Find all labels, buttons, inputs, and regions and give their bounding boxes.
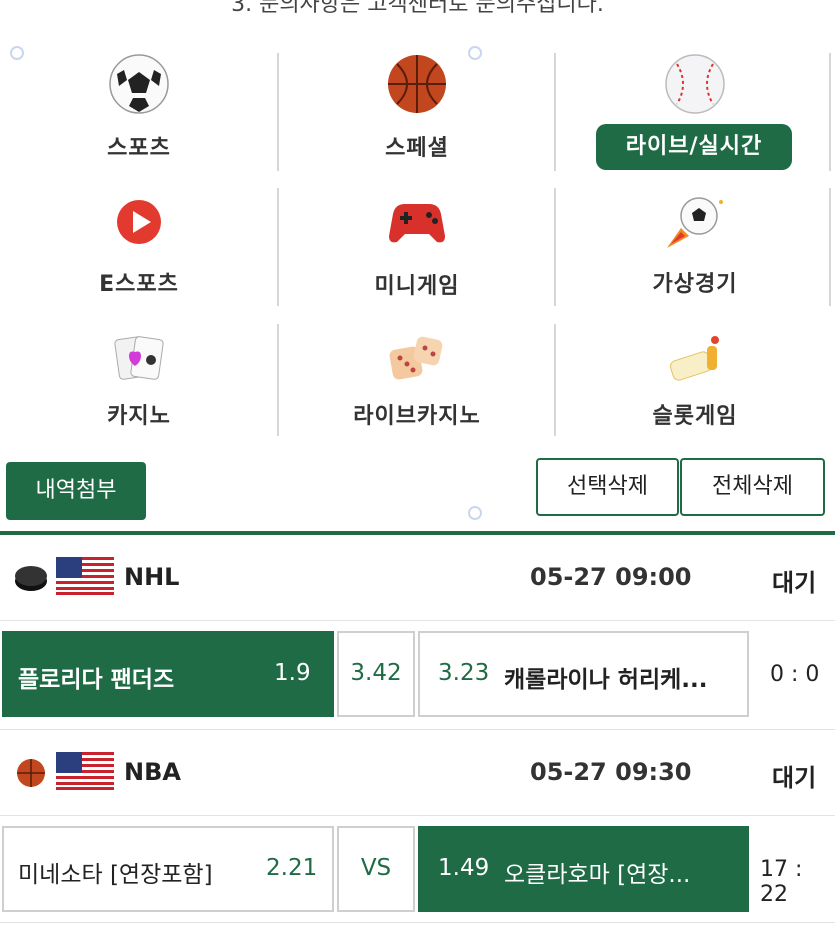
row-divider xyxy=(0,922,835,923)
delete-selected-button[interactable]: 선택삭제 xyxy=(536,458,679,516)
watermark-icon xyxy=(468,506,482,520)
cards-icon xyxy=(114,336,164,380)
gamepad-icon xyxy=(389,204,445,243)
home-team-name: 플로리다 팬더즈 xyxy=(18,667,175,693)
away-odds-button[interactable]: 1.49 오클라호마 [연장... xyxy=(418,826,749,912)
category-label: 미니게임 xyxy=(374,274,460,299)
home-team-name: 미네소타 [연장포함] xyxy=(18,862,213,888)
home-odds-button[interactable]: 미네소타 [연장포함] 2.21 xyxy=(2,826,334,912)
grid-divider xyxy=(277,188,279,306)
category-label: E스포츠 xyxy=(99,272,179,297)
match-score: 0 : 0 xyxy=(770,662,820,687)
league-header: NBA 05-27 09:30 대기 xyxy=(0,730,835,816)
category-special[interactable]: 스페셜 xyxy=(278,48,556,173)
home-odd: 1.9 xyxy=(274,660,311,686)
away-team-name: 오클라호마 [연장... xyxy=(504,862,691,888)
category-label: 가상경기 xyxy=(652,272,738,297)
category-minigame[interactable]: 미니게임 xyxy=(278,188,556,308)
category-sports[interactable]: 스포츠 xyxy=(0,48,278,173)
basketball-icon xyxy=(17,759,45,787)
match-time: 05-27 09:00 xyxy=(530,563,692,591)
draw-odd: 3.42 xyxy=(350,660,402,686)
category-live-casino[interactable]: 라이브카지노 xyxy=(278,324,556,436)
history-attach-button[interactable]: 내역첨부 xyxy=(6,462,146,520)
draw-odds-button[interactable]: 3.42 xyxy=(337,631,415,717)
category-label: 스페셜 xyxy=(385,136,449,161)
category-slot[interactable]: 슬롯게임 xyxy=(556,324,834,436)
away-team-name: 캐롤라이나 허리케... xyxy=(504,667,708,693)
grid-divider xyxy=(554,53,556,171)
versus-label: VS xyxy=(337,826,415,912)
league-name: NHL xyxy=(124,563,180,591)
grid-divider xyxy=(554,188,556,306)
category-casino[interactable]: 카지노 xyxy=(0,324,278,436)
grid-divider xyxy=(277,53,279,171)
away-odds-button[interactable]: 3.23 캐롤라이나 허리케... xyxy=(418,631,749,717)
notice-text: 3. 문의사항은 고객센터로 문의주십니다. xyxy=(231,0,604,17)
soccer-rocket-icon xyxy=(667,197,723,248)
slot-reel-icon xyxy=(669,336,719,381)
match-status: 대기 xyxy=(772,764,817,792)
grid-divider xyxy=(829,53,831,171)
grid-divider xyxy=(829,188,831,306)
category-live[interactable]: 라이브/실시간 xyxy=(556,48,834,173)
home-odds-button[interactable]: 플로리다 팬더즈 1.9 xyxy=(2,631,334,717)
us-flag-icon xyxy=(56,752,114,790)
baseball-icon xyxy=(665,54,725,114)
delete-all-button[interactable]: 전체삭제 xyxy=(680,458,825,516)
category-virtual[interactable]: 가상경기 xyxy=(556,188,834,308)
away-odd: 3.23 xyxy=(438,660,490,686)
home-odd: 2.21 xyxy=(266,855,318,881)
soccer-ball-icon xyxy=(109,54,169,114)
match-time: 05-27 09:30 xyxy=(530,758,692,786)
category-label: 스포츠 xyxy=(107,136,171,161)
grid-divider xyxy=(554,324,556,436)
category-label: 라이브카지노 xyxy=(353,404,481,429)
match-score: 17 : 22 xyxy=(760,857,803,907)
grid-divider xyxy=(277,324,279,436)
vs-text: VS xyxy=(360,855,392,881)
category-label: 슬롯게임 xyxy=(652,404,738,429)
league-name: NBA xyxy=(124,758,181,786)
league-header: NHL 05-27 09:00 대기 xyxy=(0,535,835,621)
match-status: 대기 xyxy=(772,569,817,597)
hockey-puck-icon xyxy=(15,566,47,591)
us-flag-icon xyxy=(56,557,114,595)
category-label: 카지노 xyxy=(107,404,171,429)
away-odd: 1.49 xyxy=(438,855,490,881)
play-icon xyxy=(117,200,161,244)
category-label-active: 라이브/실시간 xyxy=(596,124,792,170)
dice-icon xyxy=(389,336,443,380)
category-esports[interactable]: E스포츠 xyxy=(0,188,278,308)
basketball-icon xyxy=(388,55,446,113)
